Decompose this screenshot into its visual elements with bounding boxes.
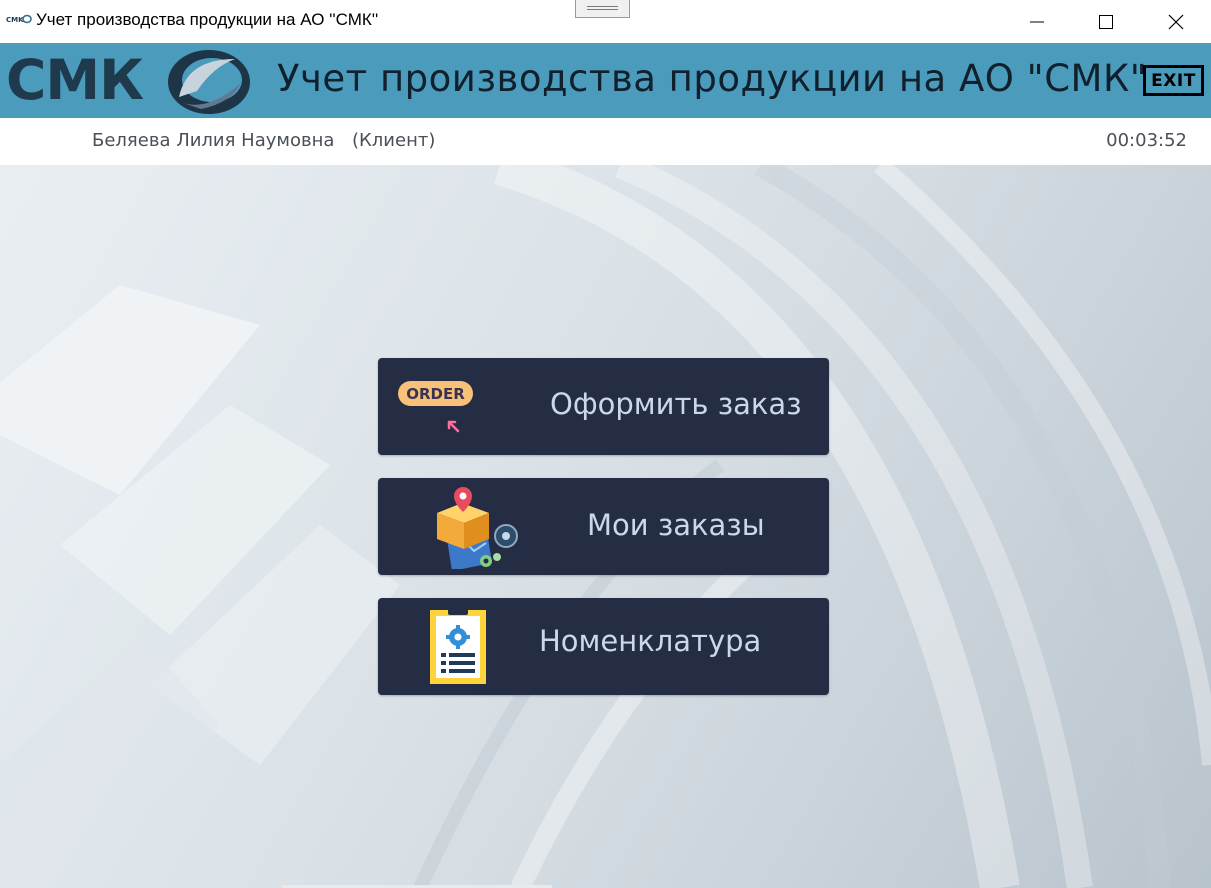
header-banner: СМК Учет производства продукции на АО "С… xyxy=(0,43,1211,118)
package-map-icon xyxy=(437,487,518,569)
my-orders-label: Мои заказы xyxy=(587,508,765,542)
maximize-icon xyxy=(1099,14,1113,29)
nomenclature-label: Номенклатура xyxy=(539,624,762,658)
close-icon xyxy=(1168,14,1184,29)
user-name: Беляева Лилия Наумовна xyxy=(92,130,335,151)
create-order-button[interactable]: ORDER Оформить заказ xyxy=(378,358,829,455)
order-icon: ORDER xyxy=(398,381,473,433)
drag-handle[interactable] xyxy=(575,0,630,18)
window-title-bar: CMK Учет производства продукции на АО ''… xyxy=(0,0,1211,43)
app-title: Учет производства продукции на АО "СМК" xyxy=(277,57,1148,100)
clipboard-gear-icon xyxy=(430,608,486,684)
user-role: (Клиент) xyxy=(352,130,436,151)
exit-button[interactable]: EXIT xyxy=(1143,65,1204,96)
window-title: Учет производства продукции на АО ''СМК'… xyxy=(36,10,379,29)
my-orders-button[interactable]: Мои заказы xyxy=(378,478,829,575)
company-logo-ring-icon xyxy=(168,50,250,114)
minimize-icon xyxy=(1030,21,1044,22)
order-icon-text: ORDER xyxy=(406,385,465,403)
nomenclature-button[interactable]: Номенклатура xyxy=(378,598,829,695)
company-logo-text: СМК xyxy=(6,48,144,112)
minimize-button[interactable] xyxy=(1002,0,1072,43)
user-bar: Беляева Лилия Наумовна (Клиент) 00:03:52 xyxy=(0,118,1211,165)
close-button[interactable] xyxy=(1141,0,1211,43)
session-timer: 00:03:52 xyxy=(1106,130,1187,151)
svg-text:CMK: CMK xyxy=(6,16,24,24)
maximize-button[interactable] xyxy=(1071,0,1141,43)
smk-app-icon: CMK xyxy=(6,14,32,24)
create-order-label: Оформить заказ xyxy=(550,387,802,421)
